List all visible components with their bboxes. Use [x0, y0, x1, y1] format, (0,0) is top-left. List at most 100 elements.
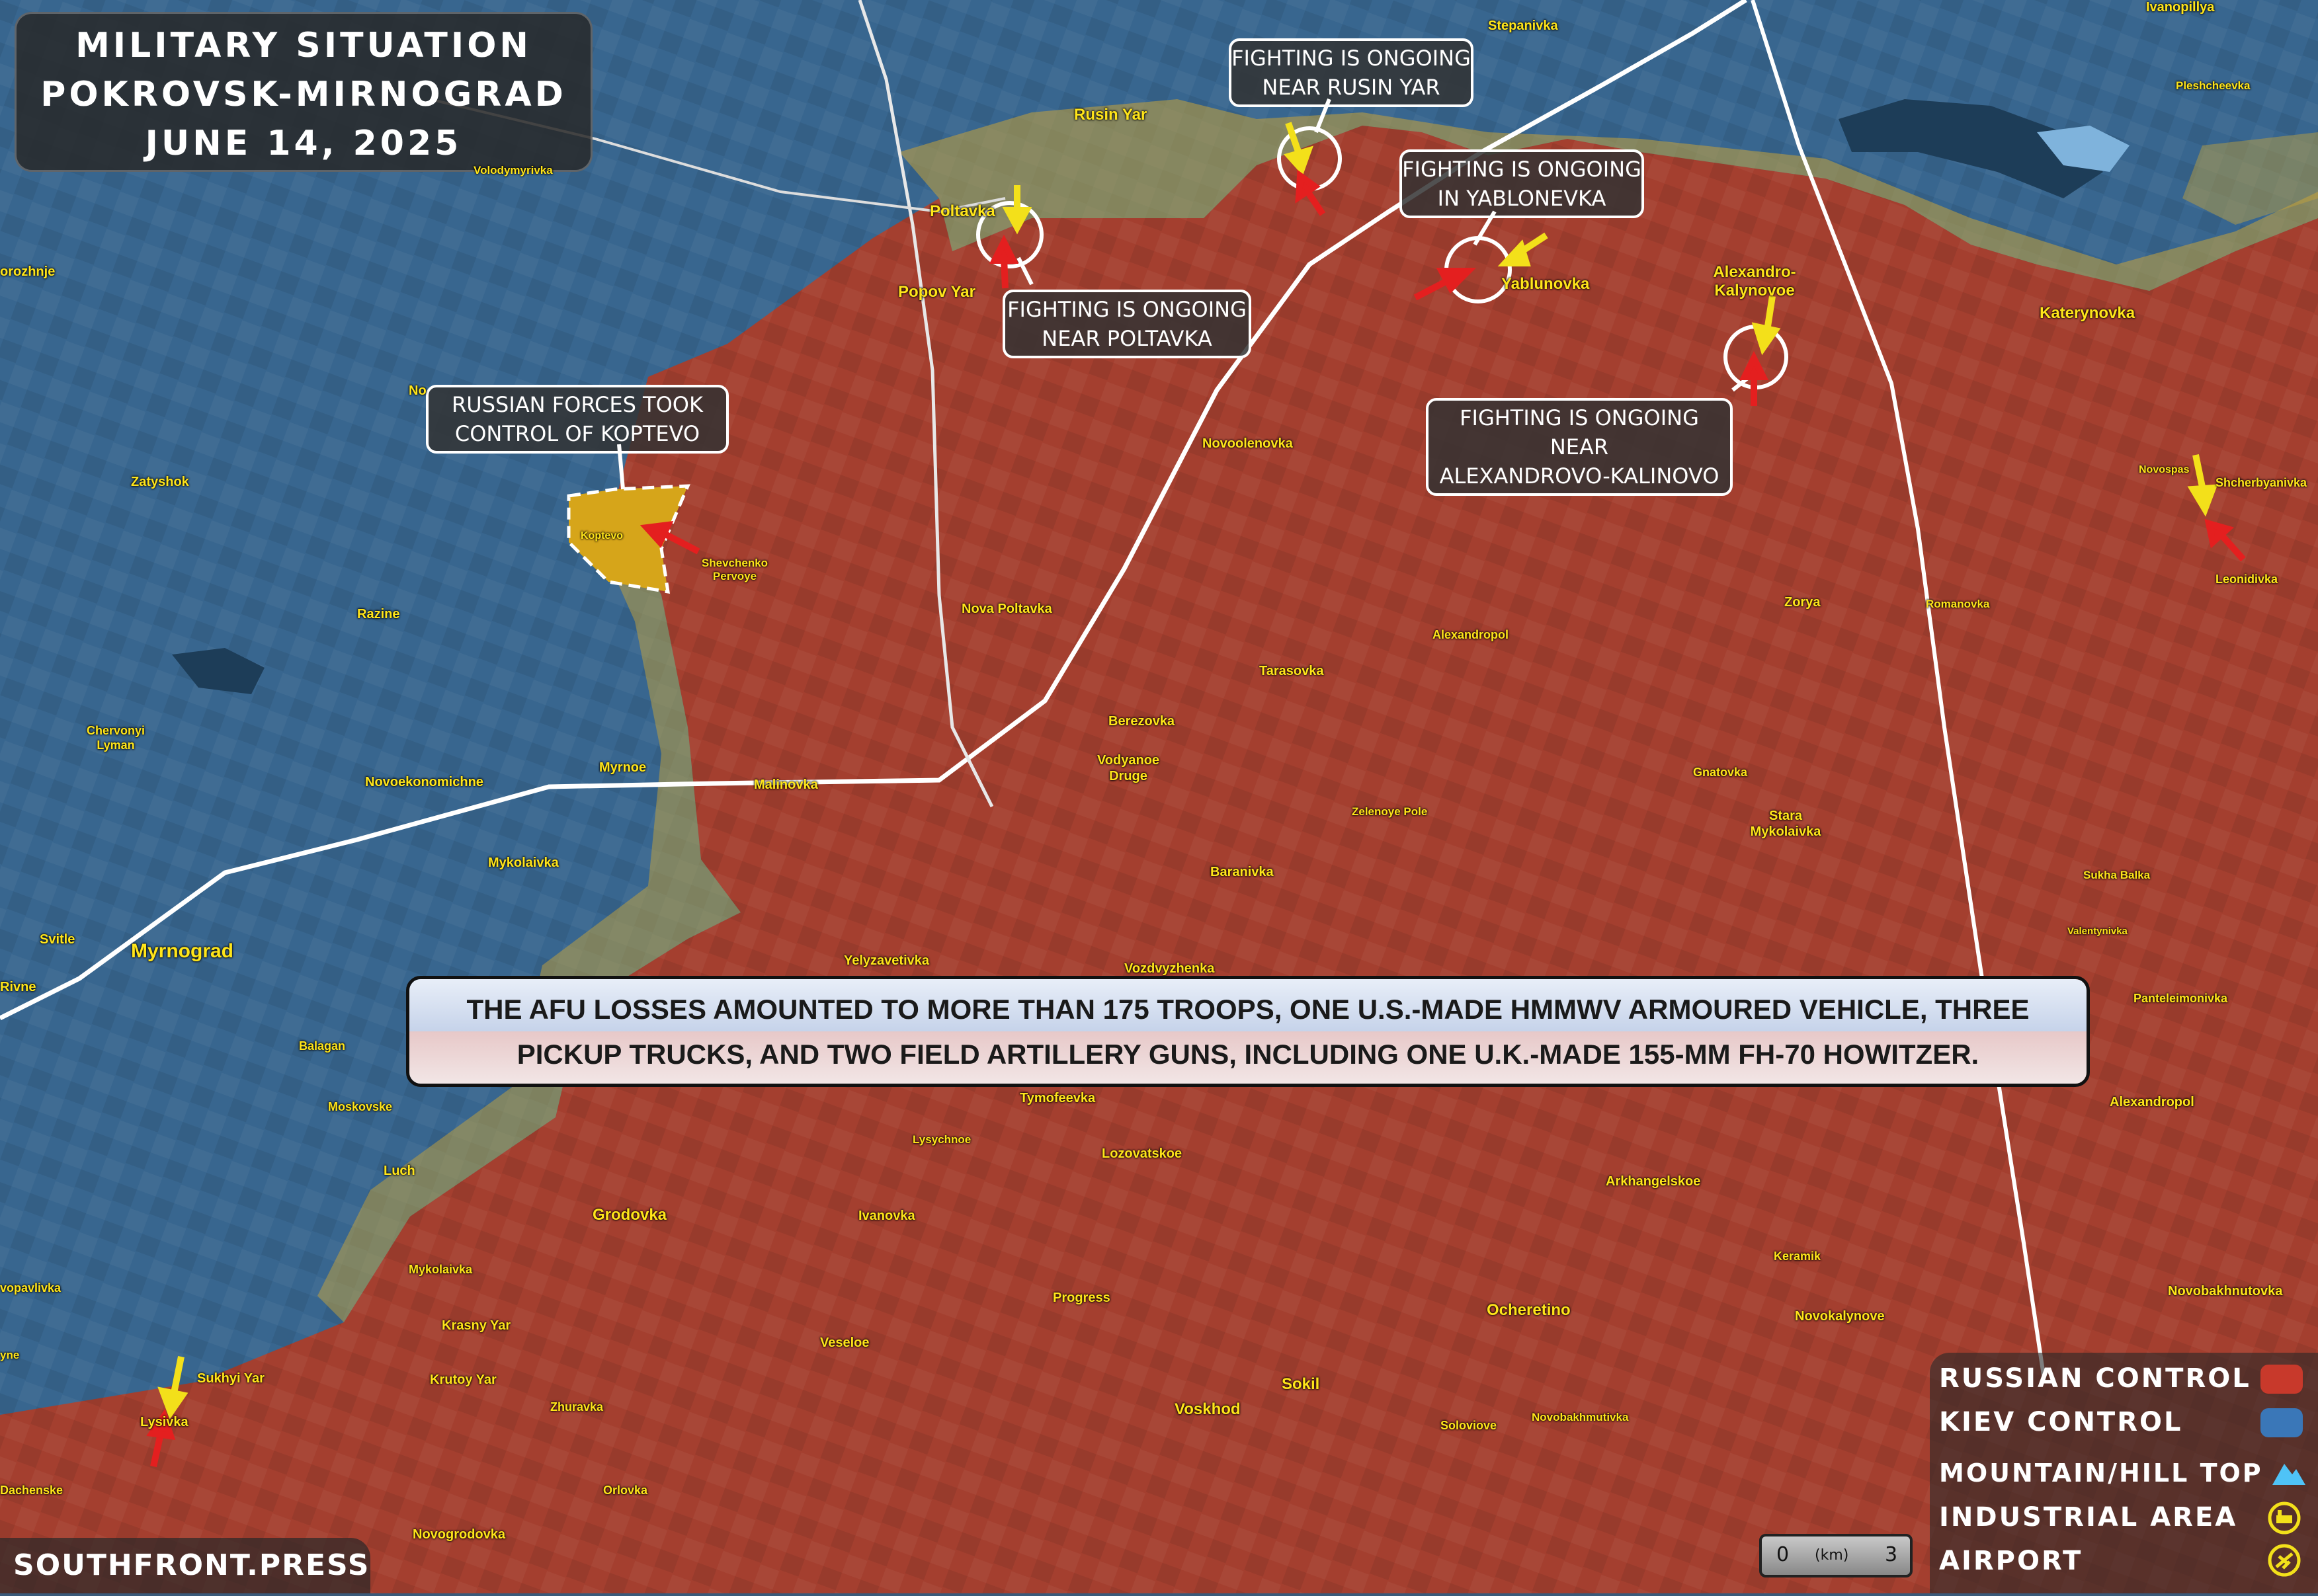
place-label: Lysychnoe [913, 1133, 972, 1146]
place-label: Koptevo [581, 530, 623, 541]
legend-mountain-label: MOUNTAIN/HILL TOP [1939, 1458, 2263, 1488]
callout-text: NEAR POLTAVKA [1042, 326, 1212, 351]
callout-text: FIGHTING IS ONGOING [1402, 157, 1641, 182]
place-label: Popov Yar [898, 283, 975, 301]
place-label: Novobakhnutovka [2168, 1284, 2283, 1298]
place-label: Mykolaivka [409, 1263, 473, 1276]
callout-text: FIGHTING IS ONGOING [1231, 46, 1471, 71]
place-label: Svitle [40, 932, 75, 947]
place-label: Keramik [1774, 1250, 1821, 1263]
legend-kiev-label: KIEV CONTROL [1939, 1407, 2183, 1437]
place-label: Poltavka [930, 202, 995, 220]
callout-yablonevka: FIGHTING IS ONGOING IN YABLONEVKA [1399, 149, 1644, 218]
place-label: Pleshcheevka [2176, 79, 2251, 92]
place-label: Razine [357, 607, 400, 621]
place-label: Ocheretino [1487, 1301, 1571, 1319]
place-label: Alexandropol [1432, 628, 1509, 641]
place-label: Zorya [1784, 595, 1821, 610]
legend-kiev-swatch [2260, 1408, 2303, 1437]
place-label: Vodyanoe Druge [1097, 753, 1160, 783]
place-label: Novospas [2139, 464, 2190, 475]
place-label: Leonidivka [2215, 573, 2278, 586]
place-label: Gnatovka [1693, 766, 1748, 779]
place-label: Rusin Yar [1074, 106, 1147, 124]
place-label: yne [0, 1349, 20, 1361]
place-label: Rivne [0, 980, 36, 994]
place-label: Romanovka [1926, 598, 1990, 610]
place-label: Ivanopillya [2146, 0, 2215, 15]
place-label: Novokalynove [1795, 1309, 1885, 1324]
callout-poltavka: FIGHTING IS ONGOING NEAR POLTAVKA [1003, 290, 1251, 358]
airport-icon [2268, 1544, 2301, 1577]
place-label: Lysivka [140, 1415, 188, 1429]
place-label: No [409, 383, 427, 398]
scale-start: 0 [1776, 1543, 1790, 1566]
place-label: Novogrodovka [413, 1527, 506, 1542]
summary-line-1: THE AFU LOSSES AMOUNTED TO MORE THAN 175… [466, 994, 2030, 1025]
callout-text: NEAR RUSIN YAR [1262, 75, 1440, 100]
place-label: Balagan [299, 1039, 346, 1053]
place-label: Zatyshok [131, 475, 189, 489]
losses-summary-banner: THE AFU LOSSES AMOUNTED TO MORE THAN 175… [406, 976, 2090, 1087]
place-label: vopavlivka [0, 1281, 62, 1295]
place-label: Volodymyrivka [474, 164, 553, 177]
legend-panel: RUSSIAN CONTROL KIEV CONTROL MOUNTAIN/HI… [1930, 1353, 2318, 1593]
place-label: Orlovka [603, 1484, 648, 1497]
place-label: Malinovka [754, 778, 818, 792]
place-label: Vozdvyzhenka [1124, 961, 1215, 976]
callout-text: ALEXANDROVO-KALINOVO [1439, 463, 1719, 489]
place-label: Yablunovka [1501, 275, 1590, 293]
place-label: Nova Poltavka [962, 602, 1052, 616]
callout-text: FIGHTING IS ONGOING NEAR [1460, 405, 1699, 459]
callout-rusin-yar: FIGHTING IS ONGOING NEAR RUSIN YAR [1229, 38, 1473, 107]
place-label: Myrnograd [131, 940, 234, 962]
place-label: Panteleimonivka [2133, 992, 2228, 1005]
place-label: Zelenoye Pole [1352, 805, 1428, 818]
legend-industrial-label: INDUSTRIAL AREA [1939, 1502, 2238, 1533]
place-label: Sokil [1282, 1375, 1320, 1393]
place-label: Grodovka [593, 1206, 667, 1224]
place-label: Shcherbyanivka [2215, 476, 2307, 489]
title-panel: MILITARY SITUATION POKROVSK-MIRNOGRAD JU… [15, 12, 593, 172]
place-label: Stara Mykolaivka [1750, 809, 1821, 839]
place-label: Krutoy Yar [430, 1373, 497, 1387]
place-label: Mykolaivka [488, 856, 559, 870]
place-label: Alexandro-Kalynovoe [1713, 263, 1796, 299]
place-label: Katerynovka [2040, 304, 2135, 322]
place-label: Ivanovka [858, 1209, 915, 1223]
place-label: Luch [384, 1164, 415, 1178]
place-label: Progress [1053, 1291, 1110, 1305]
place-label: Novoekonomichne [365, 775, 483, 789]
callout-text: CONTROL OF KOPTEVO [454, 421, 700, 446]
place-label: Soloviove [1440, 1419, 1497, 1432]
place-label: Shevchenko Pervoye [701, 557, 768, 582]
place-label: Tarasovka [1259, 664, 1324, 678]
scale-end: 3 [1885, 1543, 1898, 1566]
place-label: Lozovatskoe [1102, 1146, 1182, 1161]
place-label: Arkhangelskoe [1606, 1174, 1701, 1189]
place-label: Tymofeevka [1020, 1091, 1096, 1105]
place-label: Dachenske [0, 1484, 63, 1497]
place-label: orozhnje [0, 264, 56, 279]
scale-unit: (km) [1815, 1547, 1849, 1564]
place-label: Voskhod [1175, 1400, 1241, 1418]
legend-russian-label: RUSSIAN CONTROL [1939, 1363, 2251, 1394]
legend-airport-label: AIRPORT [1939, 1546, 2083, 1576]
place-label: Baranivka [1210, 865, 1274, 879]
title-line-2: POKROVSK-MIRNOGRAD [40, 75, 567, 114]
place-label: Sukhyi Yar [197, 1371, 265, 1386]
map-canvas[interactable]: MILITARY SITUATION POKROVSK-MIRNOGRAD JU… [0, 0, 2318, 1593]
place-label: Sukha Balka [2083, 869, 2151, 881]
place-label: Veseloe [820, 1336, 870, 1350]
place-label: Chervonyi Lyman [86, 724, 145, 752]
place-label: Myrnoe [599, 760, 647, 775]
place-label: Novoolenovka [1202, 436, 1293, 451]
place-label: Novobakhmutivka [1532, 1411, 1629, 1423]
scale-bar: 0 (km) 3 [1759, 1534, 1913, 1577]
place-label: Alexandropol [2110, 1095, 2194, 1109]
place-label: Krasny Yar [442, 1318, 511, 1333]
place-label: Zhuravka [550, 1400, 604, 1414]
callout-text: FIGHTING IS ONGOING [1007, 297, 1247, 322]
mountain-icon [2272, 1464, 2305, 1485]
place-label: Stepanivka [1488, 19, 1558, 33]
